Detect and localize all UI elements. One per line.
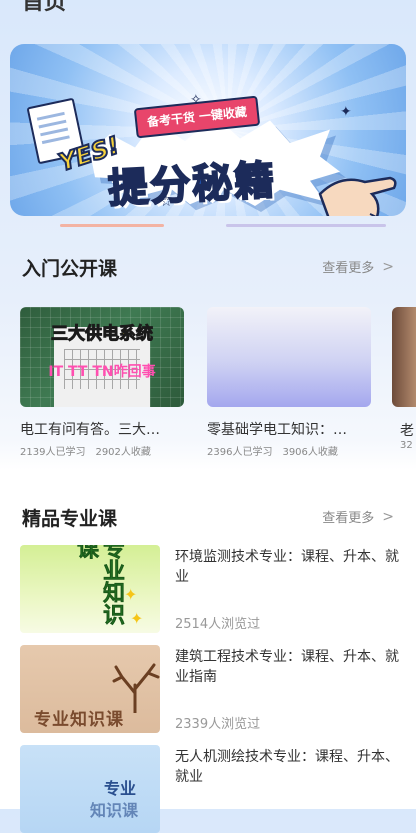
more-link-label: 查看更多 [322, 261, 375, 276]
page-title: 首页 [22, 0, 67, 15]
card-meta: 2139人已学习 2902人收藏 [20, 443, 184, 458]
star-icon: ☆ [160, 194, 173, 210]
pro-course-item[interactable]: 专业知识课 建筑工程技术专业：课程、升本、就业指南 2339人浏览过 [20, 645, 400, 733]
card-title: 老 [400, 423, 414, 439]
star-icon: ✦ [340, 104, 352, 120]
pointing-hand-icon [318, 176, 397, 216]
thumbnail-subtitle: IT TT TN咋回事 [48, 364, 156, 380]
carousel-indicator [226, 224, 386, 227]
more-link-label: 查看更多 [322, 511, 375, 526]
card-meta: 2396人已学习 3906人收藏 [207, 443, 371, 458]
thumbnail-text: 专业知识课 [34, 710, 124, 730]
thumbnail-text: 专业知识课 [73, 545, 125, 625]
card-title: 零基础学电工知识：… [207, 422, 347, 438]
chevron-right-icon: > [382, 508, 394, 525]
course-thumbnail [207, 307, 371, 407]
course-title: 无人机测绘技术专业：课程、升本、就业 [175, 749, 399, 785]
course-thumbnail: 专业知识课 ✦ ✦ [20, 545, 160, 633]
sparkle-icon: ✦ [124, 585, 138, 604]
intro-more-link[interactable]: 查看更多 > [322, 257, 394, 277]
learner-count: 2139人已学习 [20, 447, 86, 458]
pro-course-item[interactable]: 专业 知识课 无人机测绘技术专业：课程、升本、就业 [20, 745, 400, 833]
pro-section-title: 精品专业课 [22, 508, 118, 530]
sparkle-icon: ✦ [130, 609, 144, 628]
intro-section-title: 入门公开课 [22, 258, 118, 280]
chevron-right-icon: > [382, 258, 394, 275]
intro-course-card[interactable]: 零基础学电工知识：… 2396人已学习 3906人收藏 [207, 307, 371, 458]
favorite-count: 3906人收藏 [282, 447, 338, 458]
star-icon: ✧ [190, 92, 202, 108]
course-title: 环境监测技术专业：课程、升本、就业 [175, 549, 399, 585]
learner-count: 32 [400, 440, 413, 451]
pro-more-link[interactable]: 查看更多 > [322, 507, 394, 527]
pro-course-item[interactable]: 专业知识课 ✦ ✦ 环境监测技术专业：课程、升本、就业 2514人浏览过 [20, 545, 400, 633]
banner-headline: 提分秘籍 [106, 157, 278, 214]
thumbnail-text: 知识课 [90, 801, 139, 820]
carousel-indicator-active [60, 224, 164, 227]
course-thumbnail: 专业 知识课 [20, 745, 160, 833]
course-thumbnail: 三大供电系统 IT TT TN咋回事 [20, 307, 184, 407]
course-title: 建筑工程技术专业：课程、升本、就业指南 [175, 649, 399, 685]
course-thumbnail: 专业知识课 [20, 645, 160, 733]
view-count: 2339人浏览过 [175, 717, 261, 732]
view-count: 2514人浏览过 [175, 617, 261, 632]
thumbnail-text: 专业 [104, 779, 137, 798]
favorite-count: 2902人收藏 [95, 447, 151, 458]
intro-course-card[interactable]: 三大供电系统 IT TT TN咋回事 电工有问有答。三大… 2139人已学习 2… [20, 307, 184, 458]
promo-banner[interactable]: 备考干货 一键收藏 YES! 提分秘籍 ☆ ✧ ✦ [10, 44, 406, 216]
learner-count: 2396人已学习 [207, 447, 273, 458]
intro-course-card-partial[interactable] [392, 307, 416, 407]
card-title: 电工有问有答。三大… [20, 422, 160, 438]
thumbnail-title: 三大供电系统 [51, 324, 154, 345]
